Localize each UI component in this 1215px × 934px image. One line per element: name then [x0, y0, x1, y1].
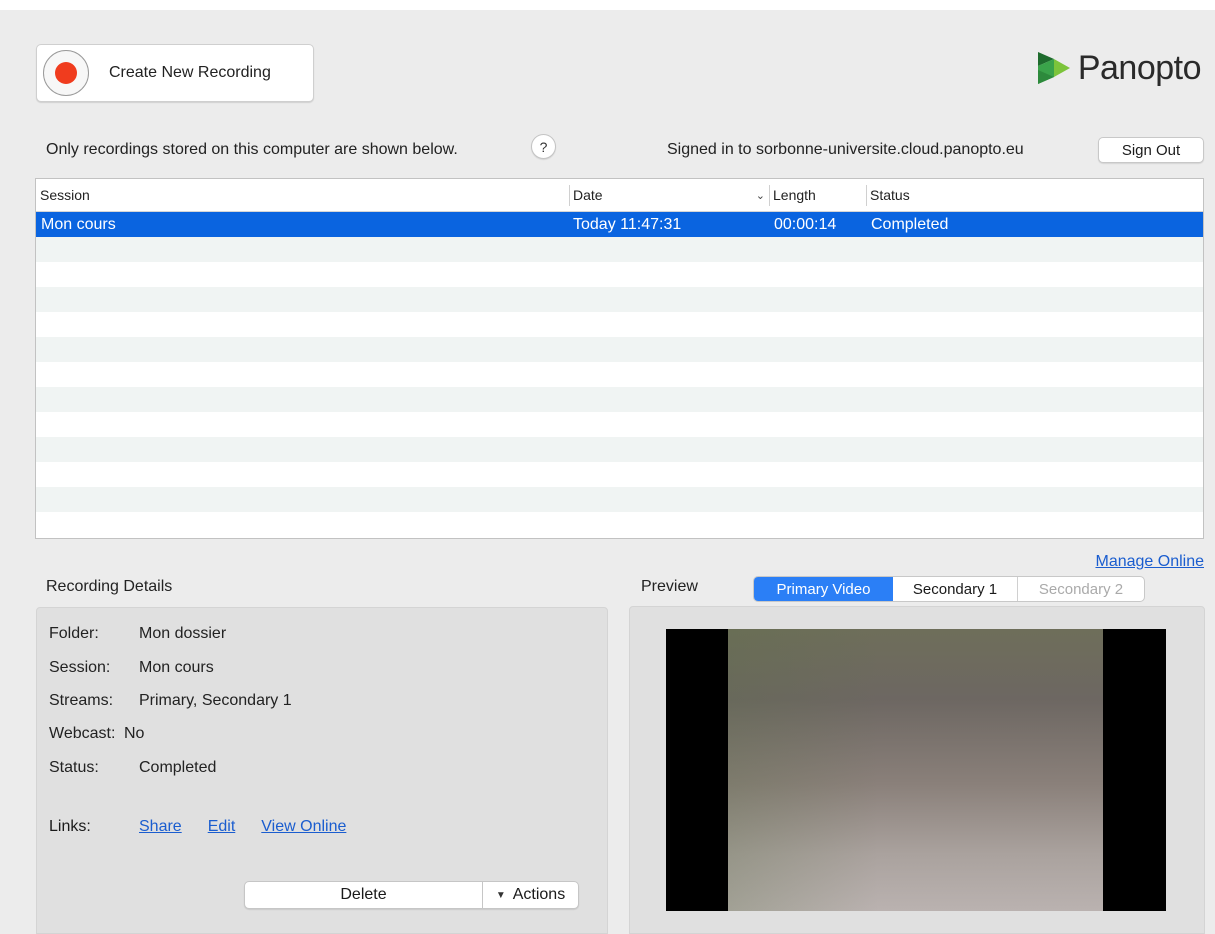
panopto-logo-text: Panopto: [1077, 48, 1202, 87]
panopto-logo-icon: [1037, 52, 1070, 84]
panopto-logo: Panopto: [1034, 48, 1202, 88]
recording-details-title: Recording Details: [46, 578, 173, 595]
detail-webcast: Webcast: No: [49, 725, 145, 742]
detail-folder: Folder: Mon dossier: [49, 625, 227, 642]
local-recordings-note: Only recordings stored on this computer …: [46, 141, 458, 158]
window-top-strip: [0, 0, 1215, 10]
help-button[interactable]: ?: [531, 134, 556, 159]
empty-row: [36, 462, 1203, 487]
recordings-table: Session Date ⌄ Length Status Mon cours T…: [35, 178, 1204, 539]
detail-streams: Streams: Primary, Secondary 1: [49, 692, 292, 709]
empty-row: [36, 262, 1203, 287]
record-icon: [43, 50, 89, 96]
preview-stream-tabs: Primary Video Secondary 1 Secondary 2: [753, 576, 1145, 602]
delete-actions-control: Delete ▼ Actions: [244, 881, 579, 909]
preview-title: Preview: [641, 578, 698, 595]
column-header-length[interactable]: Length: [769, 179, 866, 211]
actions-menu-button[interactable]: ▼ Actions: [483, 882, 578, 908]
share-link[interactable]: Share: [139, 818, 182, 836]
column-header-date[interactable]: Date ⌄: [569, 179, 769, 211]
create-new-recording-button[interactable]: Create New Recording: [36, 44, 314, 102]
sign-out-button[interactable]: Sign Out: [1098, 137, 1204, 163]
video-preview[interactable]: [666, 629, 1166, 911]
empty-row: [36, 312, 1203, 337]
tab-primary-video[interactable]: Primary Video: [754, 577, 893, 601]
empty-row: [36, 487, 1203, 512]
recording-details-panel: Folder: Mon dossier Session: Mon cours S…: [36, 607, 608, 934]
tab-secondary-1[interactable]: Secondary 1: [893, 577, 1018, 601]
cell-date: Today 11:47:31: [573, 215, 682, 233]
chevron-down-icon: ⌄: [755, 189, 765, 202]
signed-in-status: Signed in to sorbonne-universite.cloud.p…: [667, 141, 1024, 158]
preview-panel: [629, 606, 1205, 934]
cell-session: Mon cours: [41, 215, 116, 233]
video-frame: [728, 629, 1103, 911]
edit-link[interactable]: Edit: [208, 818, 236, 836]
detail-session: Session: Mon cours: [49, 659, 214, 676]
table-body: Mon cours Today 11:47:31 00:00:14 Comple…: [36, 212, 1203, 537]
table-header: Session Date ⌄ Length Status: [36, 179, 1203, 212]
view-online-link[interactable]: View Online: [261, 818, 346, 836]
caret-down-icon: ▼: [495, 889, 506, 901]
tab-secondary-2[interactable]: Secondary 2: [1018, 577, 1144, 601]
empty-row: [36, 412, 1203, 437]
cell-status: Completed: [871, 215, 949, 233]
manage-online-link[interactable]: Manage Online: [1095, 553, 1204, 571]
delete-button[interactable]: Delete: [245, 882, 483, 908]
detail-status: Status: Completed: [49, 759, 217, 776]
empty-row: [36, 287, 1203, 312]
empty-row: [36, 512, 1203, 537]
cell-length: 00:00:14: [774, 215, 837, 233]
create-recording-label: Create New Recording: [109, 64, 271, 81]
detail-links: Links: Share Edit View Online: [49, 818, 347, 836]
empty-row: [36, 237, 1203, 262]
empty-row: [36, 362, 1203, 387]
empty-row: [36, 387, 1203, 412]
table-row[interactable]: Mon cours Today 11:47:31 00:00:14 Comple…: [36, 212, 1203, 237]
column-header-session[interactable]: Session: [36, 179, 569, 211]
empty-row: [36, 437, 1203, 462]
column-header-status[interactable]: Status: [866, 179, 1203, 211]
empty-row: [36, 337, 1203, 362]
